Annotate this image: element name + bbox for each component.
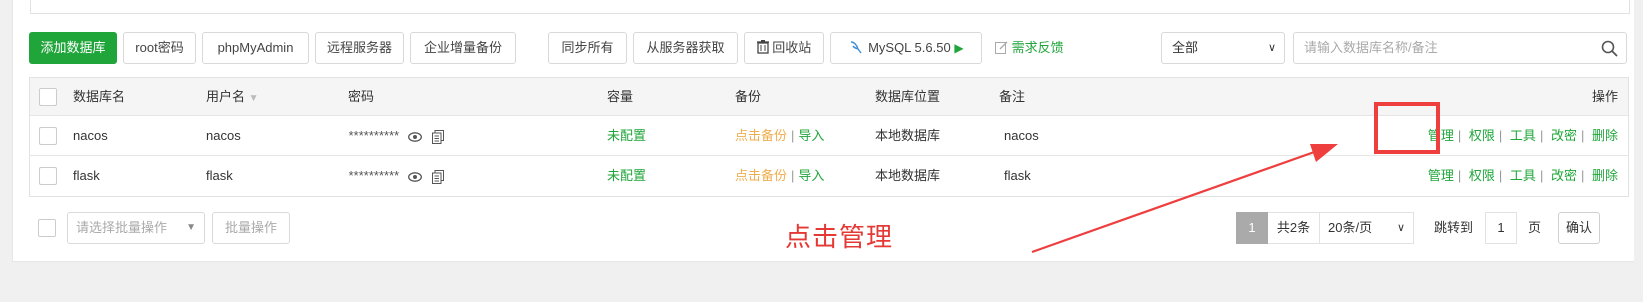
tools-link[interactable]: 工具 [1510, 168, 1536, 183]
backup-cell: 点击备份 | 导入 [735, 116, 824, 156]
page-current[interactable]: 1 [1236, 212, 1268, 244]
edit-icon [995, 41, 1008, 54]
batch-operation-select[interactable]: 请选择批量操作 ▼ [67, 212, 205, 244]
header-user-label: 用户名 [206, 89, 246, 104]
category-filter-value: 全部 [1172, 40, 1199, 55]
import-link[interactable]: 导入 [798, 128, 824, 143]
db-user: nacos [206, 128, 241, 143]
sort-down-icon: ▼ [248, 93, 259, 104]
per-page-value: 20条/页 [1328, 220, 1373, 235]
toolbar: 添加数据库 root密码 phpMyAdmin 远程服务器 企业增量备份 同步所… [29, 32, 1629, 65]
mysql-version-label: MySQL 5.6.50 [868, 40, 951, 55]
header-capacity: 容量 [607, 89, 634, 104]
row-actions: 管理 | 权限 | 工具 | 改密 | 删除 [1427, 168, 1618, 183]
db-note[interactable]: nacos [1004, 116, 1039, 156]
jump-label: 跳转到 [1434, 220, 1474, 235]
header-ops: 操作 [1591, 89, 1618, 104]
db-name: flask [73, 168, 100, 183]
caret-down-icon: ▼ [186, 222, 196, 233]
chevron-down-icon: ∨ [1267, 42, 1276, 54]
add-database-button[interactable]: 添加数据库 [29, 32, 117, 64]
db-password: ********** [348, 128, 399, 143]
copy-icon[interactable] [431, 170, 444, 185]
batch-placeholder: 请选择批量操作 [76, 220, 168, 235]
permission-link[interactable]: 权限 [1469, 128, 1495, 143]
phpmyadmin-button[interactable]: phpMyAdmin [202, 32, 309, 64]
per-page-select[interactable]: 20条/页 ∨ [1320, 212, 1414, 244]
search-input[interactable]: 请输入数据库名称/备注 [1293, 32, 1627, 64]
capacity-link[interactable]: 未配置 [607, 156, 646, 196]
header-location: 数据库位置 [875, 89, 941, 104]
recycle-bin-button[interactable]: 回收站 [744, 32, 824, 64]
top-strip [30, 0, 1630, 14]
recycle-bin-label: 回收站 [772, 40, 812, 55]
db-location: 本地数据库 [875, 168, 941, 183]
header-password: 密码 [348, 89, 375, 104]
eye-icon[interactable] [408, 132, 423, 142]
root-password-button[interactable]: root密码 [123, 32, 196, 64]
mysql-dolphin-icon [851, 41, 862, 54]
feedback-link[interactable]: 需求反馈 [995, 32, 1064, 64]
table-row: flask flask ********** 未配置 点击备份 | 导入 本地数据库… [30, 156, 1628, 196]
db-password-cell: ********** [348, 156, 450, 197]
annotation-text: 点击管理 [785, 222, 894, 252]
db-user: flask [206, 168, 233, 183]
backup-link[interactable]: 点击备份 [735, 168, 787, 183]
search-placeholder: 请输入数据库名称/备注 [1304, 40, 1438, 55]
db-location: 本地数据库 [875, 128, 941, 143]
select-all-checkbox[interactable] [39, 88, 57, 106]
db-password: ********** [348, 168, 399, 183]
copy-icon[interactable] [431, 130, 444, 145]
import-link[interactable]: 导入 [798, 168, 824, 183]
delete-link[interactable]: 删除 [1592, 128, 1618, 143]
tools-link[interactable]: 工具 [1510, 128, 1536, 143]
eye-icon[interactable] [408, 172, 423, 182]
page-unit-label: 页 [1528, 220, 1542, 235]
annotation-highlight-box [1374, 102, 1440, 154]
separator: | [791, 128, 795, 143]
fetch-from-server-button[interactable]: 从服务器获取 [633, 32, 738, 64]
capacity-link[interactable]: 未配置 [607, 116, 646, 156]
chevron-down-icon: ∨ [1396, 222, 1405, 234]
row-checkbox[interactable] [39, 127, 57, 145]
play-icon: ▶ [954, 41, 964, 55]
confirm-jump-button[interactable]: 确认 [1558, 212, 1600, 244]
incremental-backup-button[interactable]: 企业增量备份 [410, 32, 516, 64]
delete-link[interactable]: 删除 [1592, 168, 1618, 183]
change-password-link[interactable]: 改密 [1551, 128, 1577, 143]
manage-link[interactable]: 管理 [1428, 168, 1454, 183]
total-count: 共2条 [1268, 212, 1320, 244]
db-note[interactable]: flask [1004, 156, 1031, 196]
footer-select-all-checkbox[interactable] [38, 219, 56, 237]
backup-cell: 点击备份 | 导入 [735, 156, 824, 196]
db-name: nacos [73, 128, 108, 143]
category-filter-select[interactable]: 全部 ∨ [1161, 32, 1285, 64]
header-backup: 备份 [735, 89, 762, 104]
mysql-version-button[interactable]: MySQL 5.6.50 ▶ [830, 32, 982, 64]
db-password-cell: ********** [348, 116, 450, 157]
row-checkbox[interactable] [39, 167, 57, 185]
trash-icon [756, 40, 769, 54]
backup-link[interactable]: 点击备份 [735, 128, 787, 143]
pagination: 1 共2条 20条/页 ∨ 跳转到 1 页 确认 [1236, 212, 1629, 244]
remote-server-button[interactable]: 远程服务器 [315, 32, 404, 64]
jump-page-input[interactable]: 1 [1485, 212, 1517, 244]
change-password-link[interactable]: 改密 [1551, 168, 1577, 183]
permission-link[interactable]: 权限 [1469, 168, 1495, 183]
feedback-label: 需求反馈 [1011, 40, 1064, 55]
header-name[interactable]: 数据库名 [73, 78, 125, 116]
header-user[interactable]: 用户名 ▼ [206, 78, 259, 118]
header-note: 备注 [999, 89, 1026, 104]
row-actions: 管理 | 权限 | 工具 | 改密 | 删除 [1427, 128, 1618, 143]
separator: | [791, 168, 795, 183]
batch-operation-button[interactable]: 批量操作 [212, 212, 290, 244]
sync-all-button[interactable]: 同步所有 [548, 32, 627, 64]
search-icon[interactable] [1601, 40, 1618, 57]
